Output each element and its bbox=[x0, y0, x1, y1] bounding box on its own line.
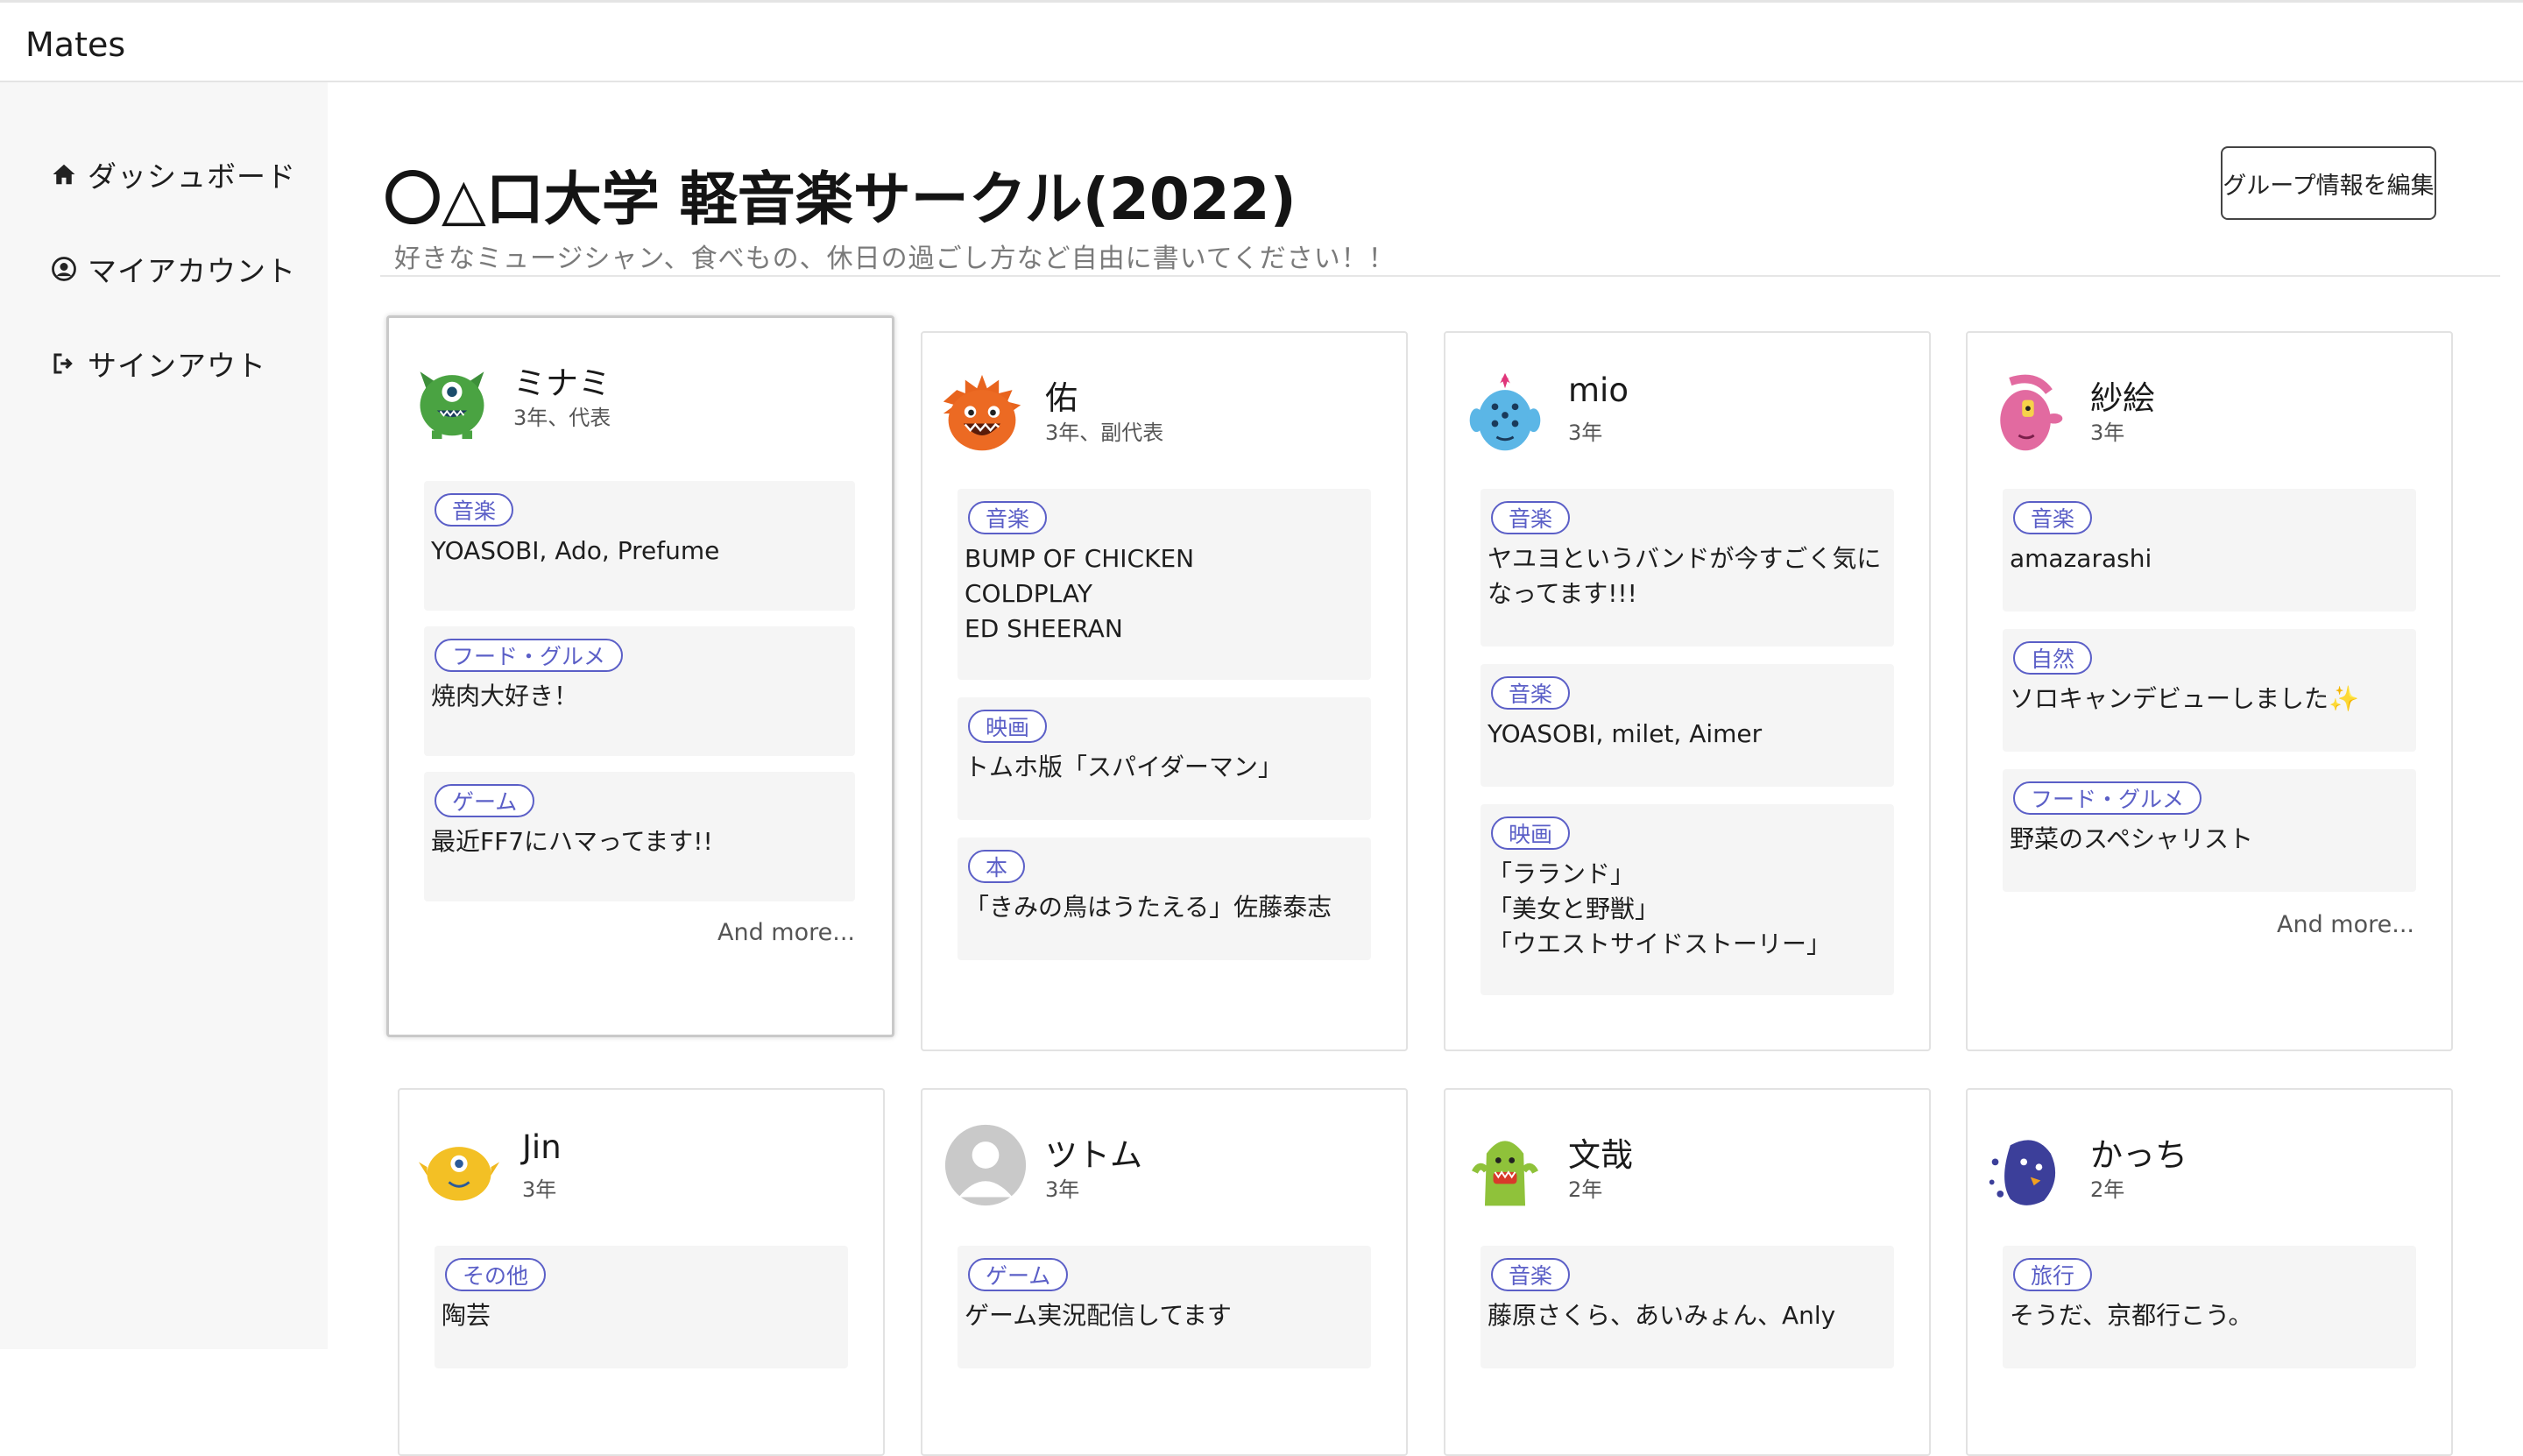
sidebar-item-my-account[interactable]: マイアカウント bbox=[51, 247, 296, 291]
interest-section: フード・グルメ 焼肉大好き！ bbox=[424, 626, 855, 756]
default-user-avatar bbox=[944, 1124, 1027, 1206]
interest-text: ゲーム実況配信してます bbox=[965, 1301, 1232, 1330]
member-role: 3年 bbox=[522, 1177, 557, 1202]
edit-group-button[interactable]: グループ情報を編集 bbox=[2221, 146, 2436, 220]
and-more-link[interactable]: And more... bbox=[717, 919, 855, 946]
member-name: ミナミ bbox=[513, 364, 611, 402]
interest-section: フード・グルメ 野菜のスペシャリスト bbox=[2003, 769, 2416, 892]
orange-monster-avatar bbox=[943, 374, 1021, 451]
member-card[interactable]: ミナミ 3年、代表 音楽 YOASOBI, Ado, Prefume フード・グ… bbox=[386, 315, 894, 1037]
interest-text: 陶芸 bbox=[442, 1301, 491, 1330]
interest-tag: 音楽 bbox=[968, 501, 1048, 534]
interest-section: 映画 「ラランド」 「美女と野獣」 「ウエストサイドストーリー」 bbox=[1481, 804, 1894, 995]
group-description: 好きなミュージシャン、食べもの、休日の過ごし方など自由に書いてください！！ bbox=[394, 244, 1396, 274]
interest-tag: 本 bbox=[968, 850, 1026, 883]
interest-tag: ゲーム bbox=[968, 1258, 1069, 1291]
navy-monster-avatar bbox=[1989, 1140, 2056, 1205]
member-card[interactable]: かっち 2年 旅行 そうだ、京都行こう。 bbox=[1966, 1088, 2453, 1456]
interest-text: ヤユヨというバンドが今すごく気になってます!!! bbox=[1488, 544, 1882, 608]
divider bbox=[380, 275, 2500, 277]
member-role: 3年、代表 bbox=[513, 406, 611, 430]
user-circle-icon bbox=[52, 257, 76, 281]
member-card[interactable]: 文哉 2年 音楽 藤原さくら、あいみょん、Anly bbox=[1444, 1088, 1931, 1456]
member-name: 佑 bbox=[1045, 379, 1078, 417]
interest-section: ゲーム 最近FF7にハマってます!! bbox=[424, 772, 855, 901]
interest-tag: 旅行 bbox=[2013, 1258, 2093, 1291]
main-content: 〇△口大学 軽音楽サークル(2022) 好きなミュージシャン、食べもの、休日の過… bbox=[328, 82, 2523, 1456]
blue-monster-avatar bbox=[1469, 372, 1541, 451]
member-role: 2年 bbox=[1568, 1177, 1603, 1202]
pink-monster-avatar bbox=[2000, 374, 2063, 451]
interest-text: ソロキャンデビューしました✨ bbox=[2010, 684, 2359, 713]
member-name: mio bbox=[1568, 371, 1629, 409]
member-role: 3年 bbox=[1045, 1177, 1080, 1202]
interest-text: 「きみの鳥はうたえる」佐藤泰志 bbox=[965, 893, 1332, 922]
sign-out-icon bbox=[53, 353, 73, 374]
member-name: 紗絵 bbox=[2090, 379, 2155, 417]
app-title[interactable]: Mates bbox=[25, 25, 125, 64]
member-role: 3年 bbox=[1568, 421, 1603, 445]
member-role: 3年、副代表 bbox=[1045, 421, 1164, 445]
interest-tag: 音楽 bbox=[1491, 1258, 1571, 1291]
interest-text: YOASOBI, milet, Aimer bbox=[1488, 719, 1763, 748]
interest-text: そうだ、京都行こう。 bbox=[2010, 1301, 2253, 1330]
interest-tag: フード・グルメ bbox=[2013, 781, 2202, 815]
member-card[interactable]: mio 3年 音楽 ヤユヨというバンドが今すごく気になってます!!! 音楽 YO… bbox=[1444, 331, 1931, 1051]
interest-tag: 音楽 bbox=[2013, 501, 2093, 534]
interest-section: 映画 トムホ版「スパイダーマン」 bbox=[958, 697, 1371, 820]
top-bar: Mates bbox=[0, 0, 2523, 82]
interest-tag: 音楽 bbox=[435, 493, 514, 527]
interest-text: 「ラランド」 「美女と野獣」 「ウエストサイドストーリー」 bbox=[1488, 859, 1832, 958]
interest-text: amazarashi bbox=[2010, 544, 2152, 573]
interest-tag: その他 bbox=[445, 1258, 547, 1291]
sidebar-item-label: サインアウト bbox=[88, 349, 266, 383]
green-monster-avatar bbox=[420, 371, 484, 440]
interest-section: 音楽 BUMP OF CHICKEN COLDPLAY ED SHEERAN bbox=[958, 489, 1371, 680]
interest-tag: 音楽 bbox=[1491, 501, 1571, 534]
interest-tag: 映画 bbox=[1491, 816, 1571, 850]
sidebar-item-label: ダッシュボード bbox=[88, 159, 296, 194]
interest-tag: 映画 bbox=[968, 710, 1048, 743]
member-name: 文哉 bbox=[1568, 1136, 1633, 1174]
interest-text: 焼肉大好き！ bbox=[431, 682, 579, 710]
interest-section: 音楽 YOASOBI, Ado, Prefume bbox=[424, 481, 855, 611]
sidebar: ダッシュボード マイアカウント サインアウト bbox=[0, 82, 328, 1349]
interest-text: BUMP OF CHICKEN COLDPLAY ED SHEERAN bbox=[965, 544, 1195, 643]
and-more-link[interactable]: And more... bbox=[2277, 911, 2414, 938]
interest-tag: 自然 bbox=[2013, 641, 2093, 675]
interest-section: 音楽 ヤユヨというバンドが今すごく気になってます!!! bbox=[1481, 489, 1894, 647]
group-title: 〇△口大学 軽音楽サークル(2022) bbox=[384, 166, 1297, 233]
member-role: 2年 bbox=[2090, 1177, 2125, 1202]
member-card[interactable]: 佑 3年、副代表 音楽 BUMP OF CHICKEN COLDPLAY ED … bbox=[921, 331, 1408, 1051]
member-card[interactable]: Jin 3年 その他 陶芸 bbox=[398, 1088, 885, 1456]
interest-text: 藤原さくら、あいみょん、Anly bbox=[1488, 1301, 1836, 1330]
member-card[interactable]: 紗絵 3年 音楽 amazarashi 自然 ソロキャンデビューしました✨ フー… bbox=[1966, 331, 2453, 1051]
interest-tag: フード・グルメ bbox=[435, 639, 624, 672]
lime-monster-avatar bbox=[1472, 1141, 1538, 1206]
interest-text: 最近FF7にハマってます!! bbox=[431, 827, 713, 856]
member-name: かっち bbox=[2090, 1136, 2187, 1174]
member-name: ツトム bbox=[1045, 1136, 1142, 1174]
interest-tag: 音楽 bbox=[1491, 676, 1571, 710]
interest-section: 本 「きみの鳥はうたえる」佐藤泰志 bbox=[958, 838, 1371, 960]
interest-tag: ゲーム bbox=[435, 784, 535, 817]
interest-text: トムホ版「スパイダーマン」 bbox=[965, 753, 1283, 781]
interest-section: 音楽 藤原さくら、あいみょん、Anly bbox=[1481, 1246, 1894, 1368]
interest-section: 自然 ソロキャンデビューしました✨ bbox=[2003, 629, 2416, 752]
sidebar-item-sign-out[interactable]: サインアウト bbox=[51, 342, 266, 385]
sidebar-item-dashboard[interactable]: ダッシュボード bbox=[51, 152, 296, 196]
interest-section: その他 陶芸 bbox=[435, 1246, 848, 1368]
interest-text: YOASOBI, Ado, Prefume bbox=[431, 536, 720, 565]
interest-section: 音楽 YOASOBI, milet, Aimer bbox=[1481, 664, 1894, 787]
interest-text: 野菜のスペシャリスト bbox=[2010, 824, 2254, 853]
member-role: 3年 bbox=[2090, 421, 2125, 445]
interest-section: ゲーム ゲーム実況配信してます bbox=[958, 1246, 1371, 1368]
sidebar-item-label: マイアカウント bbox=[88, 254, 296, 288]
interest-section: 旅行 そうだ、京都行こう。 bbox=[2003, 1246, 2416, 1368]
yellow-monster-avatar bbox=[418, 1147, 500, 1201]
interest-section: 音楽 amazarashi bbox=[2003, 489, 2416, 611]
member-name: Jin bbox=[522, 1128, 562, 1166]
home-icon bbox=[53, 164, 75, 185]
member-card[interactable]: ツトム 3年 ゲーム ゲーム実況配信してます bbox=[921, 1088, 1408, 1456]
